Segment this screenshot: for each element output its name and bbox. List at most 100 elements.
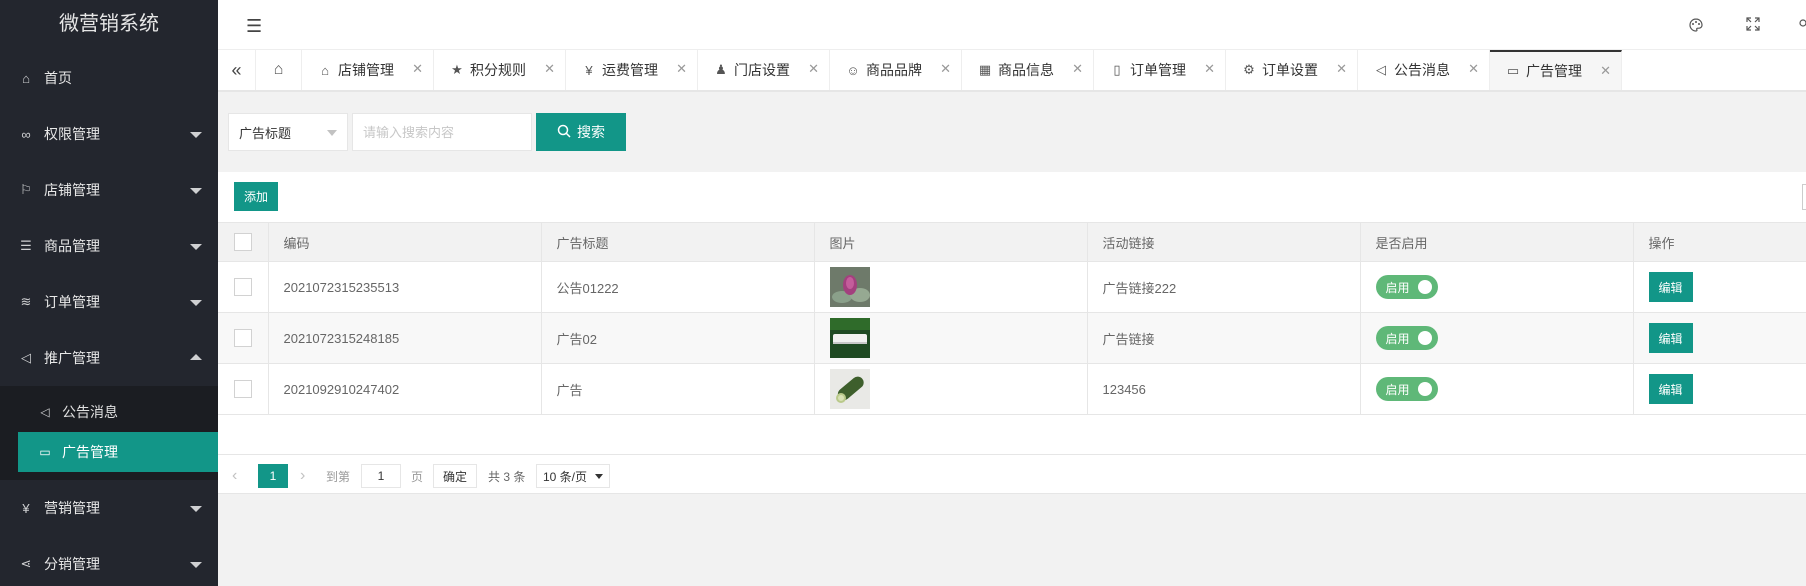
tab-product-info[interactable]: ▦ 商品信息 ✕ — [962, 50, 1094, 90]
tab-shipping[interactable]: ¥ 运费管理 ✕ — [566, 50, 698, 90]
home-icon: ⌂ — [22, 70, 30, 86]
close-icon[interactable]: ✕ — [676, 61, 687, 77]
goto-label: 到第 — [326, 469, 351, 484]
menu-fold-icon[interactable]: ☰ — [246, 16, 262, 37]
fullscreen-icon[interactable] — [1746, 17, 1760, 34]
sidebar-subitem-ads[interactable]: ▭ 广告管理 — [18, 432, 218, 472]
sidebar: 微营销系统 ⌂ 首页 ∞ 权限管理 ⚐ 店铺管理 ☰ 商品管理 ≋ 订单管理 ◁… — [0, 0, 218, 586]
list-icon: ☰ — [20, 238, 32, 253]
close-icon[interactable]: ✕ — [1336, 61, 1347, 77]
caret-up-icon — [190, 354, 202, 360]
link-icon: ∞ — [21, 126, 31, 142]
sidebar-item-shop[interactable]: ⚐ 店铺管理 — [0, 162, 218, 218]
sidebar-subitem-label: 公告消息 — [62, 404, 118, 420]
top-header: ☰ — [218, 0, 1806, 50]
column-header-code: 编码 — [267, 222, 541, 262]
close-icon[interactable]: ✕ — [1204, 61, 1215, 77]
tab-shop-management[interactable]: ⌂ 店铺管理 ✕ — [302, 50, 434, 90]
sidebar-item-promotion[interactable]: ◁ 推广管理 — [0, 330, 218, 386]
tab-home-icon[interactable]: ⌂ — [256, 50, 302, 90]
page-size-select[interactable]: 10 条/页 — [536, 464, 610, 488]
edit-button[interactable]: 编辑 — [1648, 323, 1693, 353]
sidebar-item-label: 权限管理 — [44, 126, 100, 142]
search-button[interactable]: 搜索 — [536, 113, 626, 151]
enabled-toggle[interactable]: 启用 — [1375, 275, 1438, 299]
speaker-icon: ◁ — [21, 350, 31, 365]
select-all-checkbox[interactable] — [234, 233, 252, 251]
sidebar-subitem-label: 广告管理 — [62, 444, 118, 460]
enabled-toggle[interactable]: 启用 — [1375, 377, 1438, 401]
tab-label: 商品品牌 — [866, 62, 922, 78]
close-icon[interactable]: ✕ — [940, 61, 951, 77]
theme-palette-icon[interactable] — [1688, 17, 1704, 36]
ad-image-purple-flower[interactable] — [829, 267, 870, 307]
sidebar-item-home[interactable]: ⌂ 首页 — [0, 50, 218, 106]
edit-button[interactable]: 编辑 — [1648, 272, 1693, 302]
cell-enabled: 启用 — [1359, 363, 1633, 415]
tab-store-settings[interactable]: ♟ 门店设置 ✕ — [698, 50, 830, 90]
row-checkbox[interactable] — [234, 380, 252, 398]
close-icon[interactable]: ✕ — [1468, 61, 1479, 77]
toolbar-filter-button[interactable] — [1802, 184, 1806, 210]
sidebar-item-permissions[interactable]: ∞ 权限管理 — [0, 106, 218, 162]
tab-points-rules[interactable]: ★ 积分规则 ✕ — [434, 50, 566, 90]
tab-ad-management[interactable]: ▭ 广告管理 ✕ — [1490, 50, 1622, 90]
cell-title: 广告02 — [540, 312, 814, 364]
users-icon: ♟ — [715, 62, 727, 77]
add-button[interactable]: 添加 — [234, 182, 278, 211]
column-header-action: 操作 — [1632, 222, 1806, 262]
tab-label: 积分规则 — [470, 62, 526, 78]
close-icon[interactable]: ✕ — [412, 61, 423, 77]
cell-link: 123456 — [1086, 363, 1360, 415]
search-button-label: 搜索 — [577, 124, 605, 140]
row-checkbox[interactable] — [234, 329, 252, 347]
table-row: 2021072315248185 广告02 广告链接 启用 编辑 — [218, 312, 1806, 364]
row-select-cell — [218, 261, 268, 313]
goto-page-input[interactable]: 1 — [361, 464, 401, 488]
close-icon[interactable]: ✕ — [1072, 61, 1083, 77]
close-icon[interactable]: ✕ — [544, 61, 555, 77]
sidebar-item-label: 营销管理 — [44, 500, 100, 516]
book-icon: ▭ — [1506, 63, 1520, 78]
cell-enabled: 启用 — [1359, 312, 1633, 364]
goto-confirm-button[interactable]: 确定 — [433, 464, 477, 488]
cell-image — [813, 312, 1087, 364]
speaker-icon: ◁ — [1376, 62, 1386, 77]
sidebar-item-label: 商品管理 — [44, 238, 100, 254]
tab-order-settings[interactable]: ⚙ 订单设置 ✕ — [1226, 50, 1358, 90]
cell-image — [813, 363, 1087, 415]
search-field-select[interactable]: 广告标题 — [228, 113, 348, 151]
toggle-label: 启用 — [1385, 331, 1410, 346]
tab-product-brand[interactable]: ☺ 商品品牌 ✕ — [830, 50, 962, 90]
sidebar-item-distribution[interactable]: ⋖ 分销管理 — [0, 536, 218, 586]
sidebar-item-products[interactable]: ☰ 商品管理 — [0, 218, 218, 274]
sidebar-item-marketing[interactable]: ¥ 营销管理 — [0, 480, 218, 536]
enabled-toggle[interactable]: 启用 — [1375, 326, 1438, 350]
prev-page-icon[interactable]: ‹ — [232, 464, 237, 488]
sidebar-item-orders[interactable]: ≋ 订单管理 — [0, 274, 218, 330]
edit-button[interactable]: 编辑 — [1648, 374, 1693, 404]
current-page-button[interactable]: 1 — [258, 464, 288, 488]
sidebar-subitem-announcements[interactable]: ◁ 公告消息 — [0, 392, 218, 432]
toggle-label: 启用 — [1385, 382, 1410, 397]
column-header-enabled: 是否启用 — [1359, 222, 1633, 262]
table-row: 2021072315235513 公告01222 广告链接222 启用 编辑 — [218, 261, 1806, 313]
tab-order-management[interactable]: ▯ 订单管理 ✕ — [1094, 50, 1226, 90]
close-icon[interactable]: ✕ — [1600, 63, 1611, 79]
ad-image-air-conditioner[interactable] — [829, 318, 870, 358]
tab-label: 广告管理 — [1526, 63, 1582, 79]
close-icon[interactable]: ✕ — [808, 61, 819, 77]
page-unit-label: 页 — [411, 469, 424, 484]
clipboard-icon: ▯ — [1113, 62, 1121, 77]
row-checkbox[interactable] — [234, 278, 252, 296]
table-panel: 添加 编码 广告标题 图片 活动链接 是否启用 操作 2021072315235… — [218, 172, 1806, 454]
tabs-scroll-left-icon[interactable]: « — [218, 50, 256, 90]
next-page-icon[interactable]: › — [300, 464, 305, 488]
star-icon: ★ — [451, 62, 463, 77]
tab-announcements[interactable]: ◁ 公告消息 ✕ — [1358, 50, 1490, 90]
search-input[interactable] — [352, 113, 532, 151]
home-icon: ⌂ — [321, 62, 329, 78]
cell-link: 广告链接222 — [1086, 261, 1360, 313]
more-icon[interactable] — [1798, 16, 1806, 33]
ad-image-cucumber[interactable] — [829, 369, 870, 409]
